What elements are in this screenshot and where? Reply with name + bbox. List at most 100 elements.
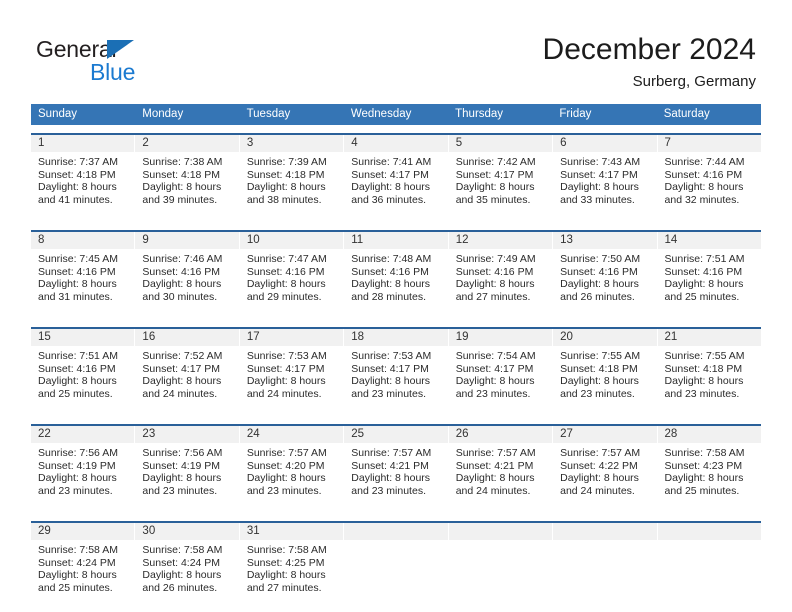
page-title: December 2024: [542, 33, 756, 66]
day-cell[interactable]: Sunrise: 7:55 AM Sunset: 4:18 PM Dayligh…: [553, 346, 658, 416]
sunset-text: Sunset: 4:16 PM: [351, 265, 429, 278]
day-cell[interactable]: Sunrise: 7:43 AM Sunset: 4:17 PM Dayligh…: [553, 152, 658, 222]
sunset-text: Sunset: 4:16 PM: [38, 265, 116, 278]
day-cell[interactable]: Sunrise: 7:58 AM Sunset: 4:25 PM Dayligh…: [240, 540, 345, 610]
day-cell[interactable]: Sunrise: 7:56 AM Sunset: 4:19 PM Dayligh…: [135, 443, 240, 513]
day-cell[interactable]: Sunrise: 7:53 AM Sunset: 4:17 PM Dayligh…: [240, 346, 345, 416]
day-cell[interactable]: Sunrise: 7:51 AM Sunset: 4:16 PM Dayligh…: [31, 346, 136, 416]
sunset-text: Sunset: 4:21 PM: [351, 459, 429, 472]
sunset-text: Sunset: 4:17 PM: [351, 362, 429, 375]
day-number: 9: [135, 232, 240, 249]
daylight-line2: and 23 minutes.: [38, 484, 113, 497]
day-cell[interactable]: Sunrise: 7:51 AM Sunset: 4:16 PM Dayligh…: [658, 249, 761, 319]
day-number: 27: [553, 426, 658, 443]
daylight-line2: and 38 minutes.: [246, 193, 322, 206]
day-cell[interactable]: Sunrise: 7:49 AM Sunset: 4:16 PM Dayligh…: [449, 249, 554, 319]
daylight-line2: and 24 minutes.: [142, 387, 218, 400]
daylight-line2: and 23 minutes.: [455, 387, 531, 400]
daylight-line2: and 24 minutes.: [560, 484, 635, 497]
day-number-band: 15 16 17 18 19 20 21: [31, 329, 761, 346]
day-cell[interactable]: Sunrise: 7:58 AM Sunset: 4:24 PM Dayligh…: [135, 540, 240, 610]
daylight-line1: Daylight: 8 hours: [664, 278, 744, 291]
general-blue-logo[interactable]: General Blue: [36, 36, 236, 92]
calendar-week-row: 8 9 10 11 12 13 14 Sunrise: 7:45 AM Suns…: [31, 230, 761, 319]
weekday-header-tuesday: Tuesday: [246, 108, 291, 120]
day-number-band: 29 30 31: [31, 523, 761, 540]
weekday-header-sunday: Sunday: [38, 108, 78, 120]
weekday-header-saturday: Saturday: [663, 108, 710, 120]
day-cell-empty: [658, 540, 761, 610]
daylight-line1: Daylight: 8 hours: [142, 472, 222, 485]
daylight-line2: and 27 minutes.: [455, 290, 531, 303]
calendar-page: General Blue December 2024 Surberg, Germ…: [0, 0, 792, 612]
weekday-header-wednesday: Wednesday: [350, 108, 412, 120]
day-cell[interactable]: Sunrise: 7:56 AM Sunset: 4:19 PM Dayligh…: [31, 443, 136, 513]
calendar-week-row: 29 30 31 Sunrise: 7:58 AM Sunset: 4:24 P…: [31, 521, 761, 610]
sunset-text: Sunset: 4:21 PM: [455, 459, 534, 472]
day-detail-band: Sunrise: 7:45 AM Sunset: 4:16 PM Dayligh…: [31, 249, 761, 319]
day-number-band: 1 2 3 4 5 6 7: [31, 135, 761, 152]
sunset-text: Sunset: 4:23 PM: [664, 459, 743, 472]
day-cell[interactable]: Sunrise: 7:39 AM Sunset: 4:18 PM Dayligh…: [240, 152, 345, 222]
day-cell[interactable]: Sunrise: 7:50 AM Sunset: 4:16 PM Dayligh…: [553, 249, 658, 319]
day-number-band: 22 23 24 25 26 27 28: [31, 426, 761, 443]
day-cell[interactable]: Sunrise: 7:54 AM Sunset: 4:17 PM Dayligh…: [449, 346, 554, 416]
day-cell[interactable]: Sunrise: 7:46 AM Sunset: 4:16 PM Dayligh…: [135, 249, 240, 319]
day-number: 26: [449, 426, 554, 443]
day-cell[interactable]: Sunrise: 7:52 AM Sunset: 4:17 PM Dayligh…: [135, 346, 240, 416]
daylight-line1: Daylight: 8 hours: [664, 375, 744, 388]
day-cell[interactable]: Sunrise: 7:57 AM Sunset: 4:21 PM Dayligh…: [344, 443, 449, 513]
sunset-text: Sunset: 4:16 PM: [560, 265, 638, 278]
daylight-line1: Daylight: 8 hours: [142, 569, 222, 582]
sunrise-text: Sunrise: 7:44 AM: [664, 156, 745, 168]
day-cell[interactable]: Sunrise: 7:58 AM Sunset: 4:24 PM Dayligh…: [31, 540, 136, 610]
day-number: 17: [240, 329, 345, 346]
weekday-header-friday: Friday: [559, 108, 592, 120]
sunrise-text: Sunrise: 7:50 AM: [560, 253, 641, 265]
daylight-line2: and 25 minutes.: [38, 581, 113, 594]
daylight-line1: Daylight: 8 hours: [142, 375, 222, 388]
sunset-text: Sunset: 4:16 PM: [38, 362, 116, 375]
daylight-line1: Daylight: 8 hours: [560, 181, 639, 194]
sunset-text: Sunset: 4:17 PM: [142, 362, 221, 375]
daylight-line1: Daylight: 8 hours: [351, 472, 431, 485]
day-cell[interactable]: Sunrise: 7:57 AM Sunset: 4:20 PM Dayligh…: [240, 443, 345, 513]
day-cell[interactable]: Sunrise: 7:57 AM Sunset: 4:21 PM Dayligh…: [449, 443, 554, 513]
day-cell[interactable]: Sunrise: 7:55 AM Sunset: 4:18 PM Dayligh…: [658, 346, 761, 416]
day-cell[interactable]: Sunrise: 7:37 AM Sunset: 4:18 PM Dayligh…: [31, 152, 136, 222]
day-cell[interactable]: Sunrise: 7:57 AM Sunset: 4:22 PM Dayligh…: [553, 443, 658, 513]
sunset-text: Sunset: 4:20 PM: [246, 459, 325, 472]
daylight-line2: and 25 minutes.: [664, 290, 740, 303]
day-cell[interactable]: Sunrise: 7:44 AM Sunset: 4:16 PM Dayligh…: [658, 152, 761, 222]
day-number-empty: [449, 523, 554, 540]
day-number: 14: [664, 234, 678, 246]
day-number: 21: [664, 331, 678, 343]
day-cell[interactable]: Sunrise: 7:42 AM Sunset: 4:17 PM Dayligh…: [449, 152, 554, 222]
sunrise-text: Sunrise: 7:37 AM: [38, 156, 118, 168]
day-cell[interactable]: Sunrise: 7:48 AM Sunset: 4:16 PM Dayligh…: [344, 249, 449, 319]
daylight-line1: Daylight: 8 hours: [560, 375, 639, 388]
daylight-line1: Daylight: 8 hours: [455, 375, 535, 388]
sunrise-text: Sunrise: 7:57 AM: [351, 447, 432, 459]
sunset-text: Sunset: 4:24 PM: [142, 556, 221, 569]
day-cell[interactable]: Sunrise: 7:38 AM Sunset: 4:18 PM Dayligh…: [135, 152, 240, 222]
sunrise-text: Sunrise: 7:51 AM: [38, 350, 118, 362]
daylight-line1: Daylight: 8 hours: [351, 375, 431, 388]
sunrise-text: Sunrise: 7:47 AM: [246, 253, 327, 265]
daylight-line2: and 23 minutes.: [351, 484, 426, 497]
sunset-text: Sunset: 4:17 PM: [560, 168, 638, 181]
daylight-line2: and 24 minutes.: [246, 387, 322, 400]
sunrise-text: Sunrise: 7:53 AM: [246, 350, 327, 362]
day-number: 4: [344, 135, 449, 152]
day-number: 20: [553, 329, 658, 346]
daylight-line1: Daylight: 8 hours: [351, 278, 431, 291]
daylight-line1: Daylight: 8 hours: [351, 181, 431, 194]
calendar-week-row: 22 23 24 25 26 27 28 Sunrise: 7:56 AM Su…: [31, 424, 761, 513]
day-cell[interactable]: Sunrise: 7:47 AM Sunset: 4:16 PM Dayligh…: [240, 249, 345, 319]
sunrise-text: Sunrise: 7:58 AM: [142, 544, 223, 556]
day-cell[interactable]: Sunrise: 7:58 AM Sunset: 4:23 PM Dayligh…: [658, 443, 761, 513]
sunrise-text: Sunrise: 7:42 AM: [455, 156, 536, 168]
day-cell[interactable]: Sunrise: 7:53 AM Sunset: 4:17 PM Dayligh…: [344, 346, 449, 416]
day-cell[interactable]: Sunrise: 7:45 AM Sunset: 4:16 PM Dayligh…: [31, 249, 136, 319]
day-cell[interactable]: Sunrise: 7:41 AM Sunset: 4:17 PM Dayligh…: [344, 152, 449, 222]
